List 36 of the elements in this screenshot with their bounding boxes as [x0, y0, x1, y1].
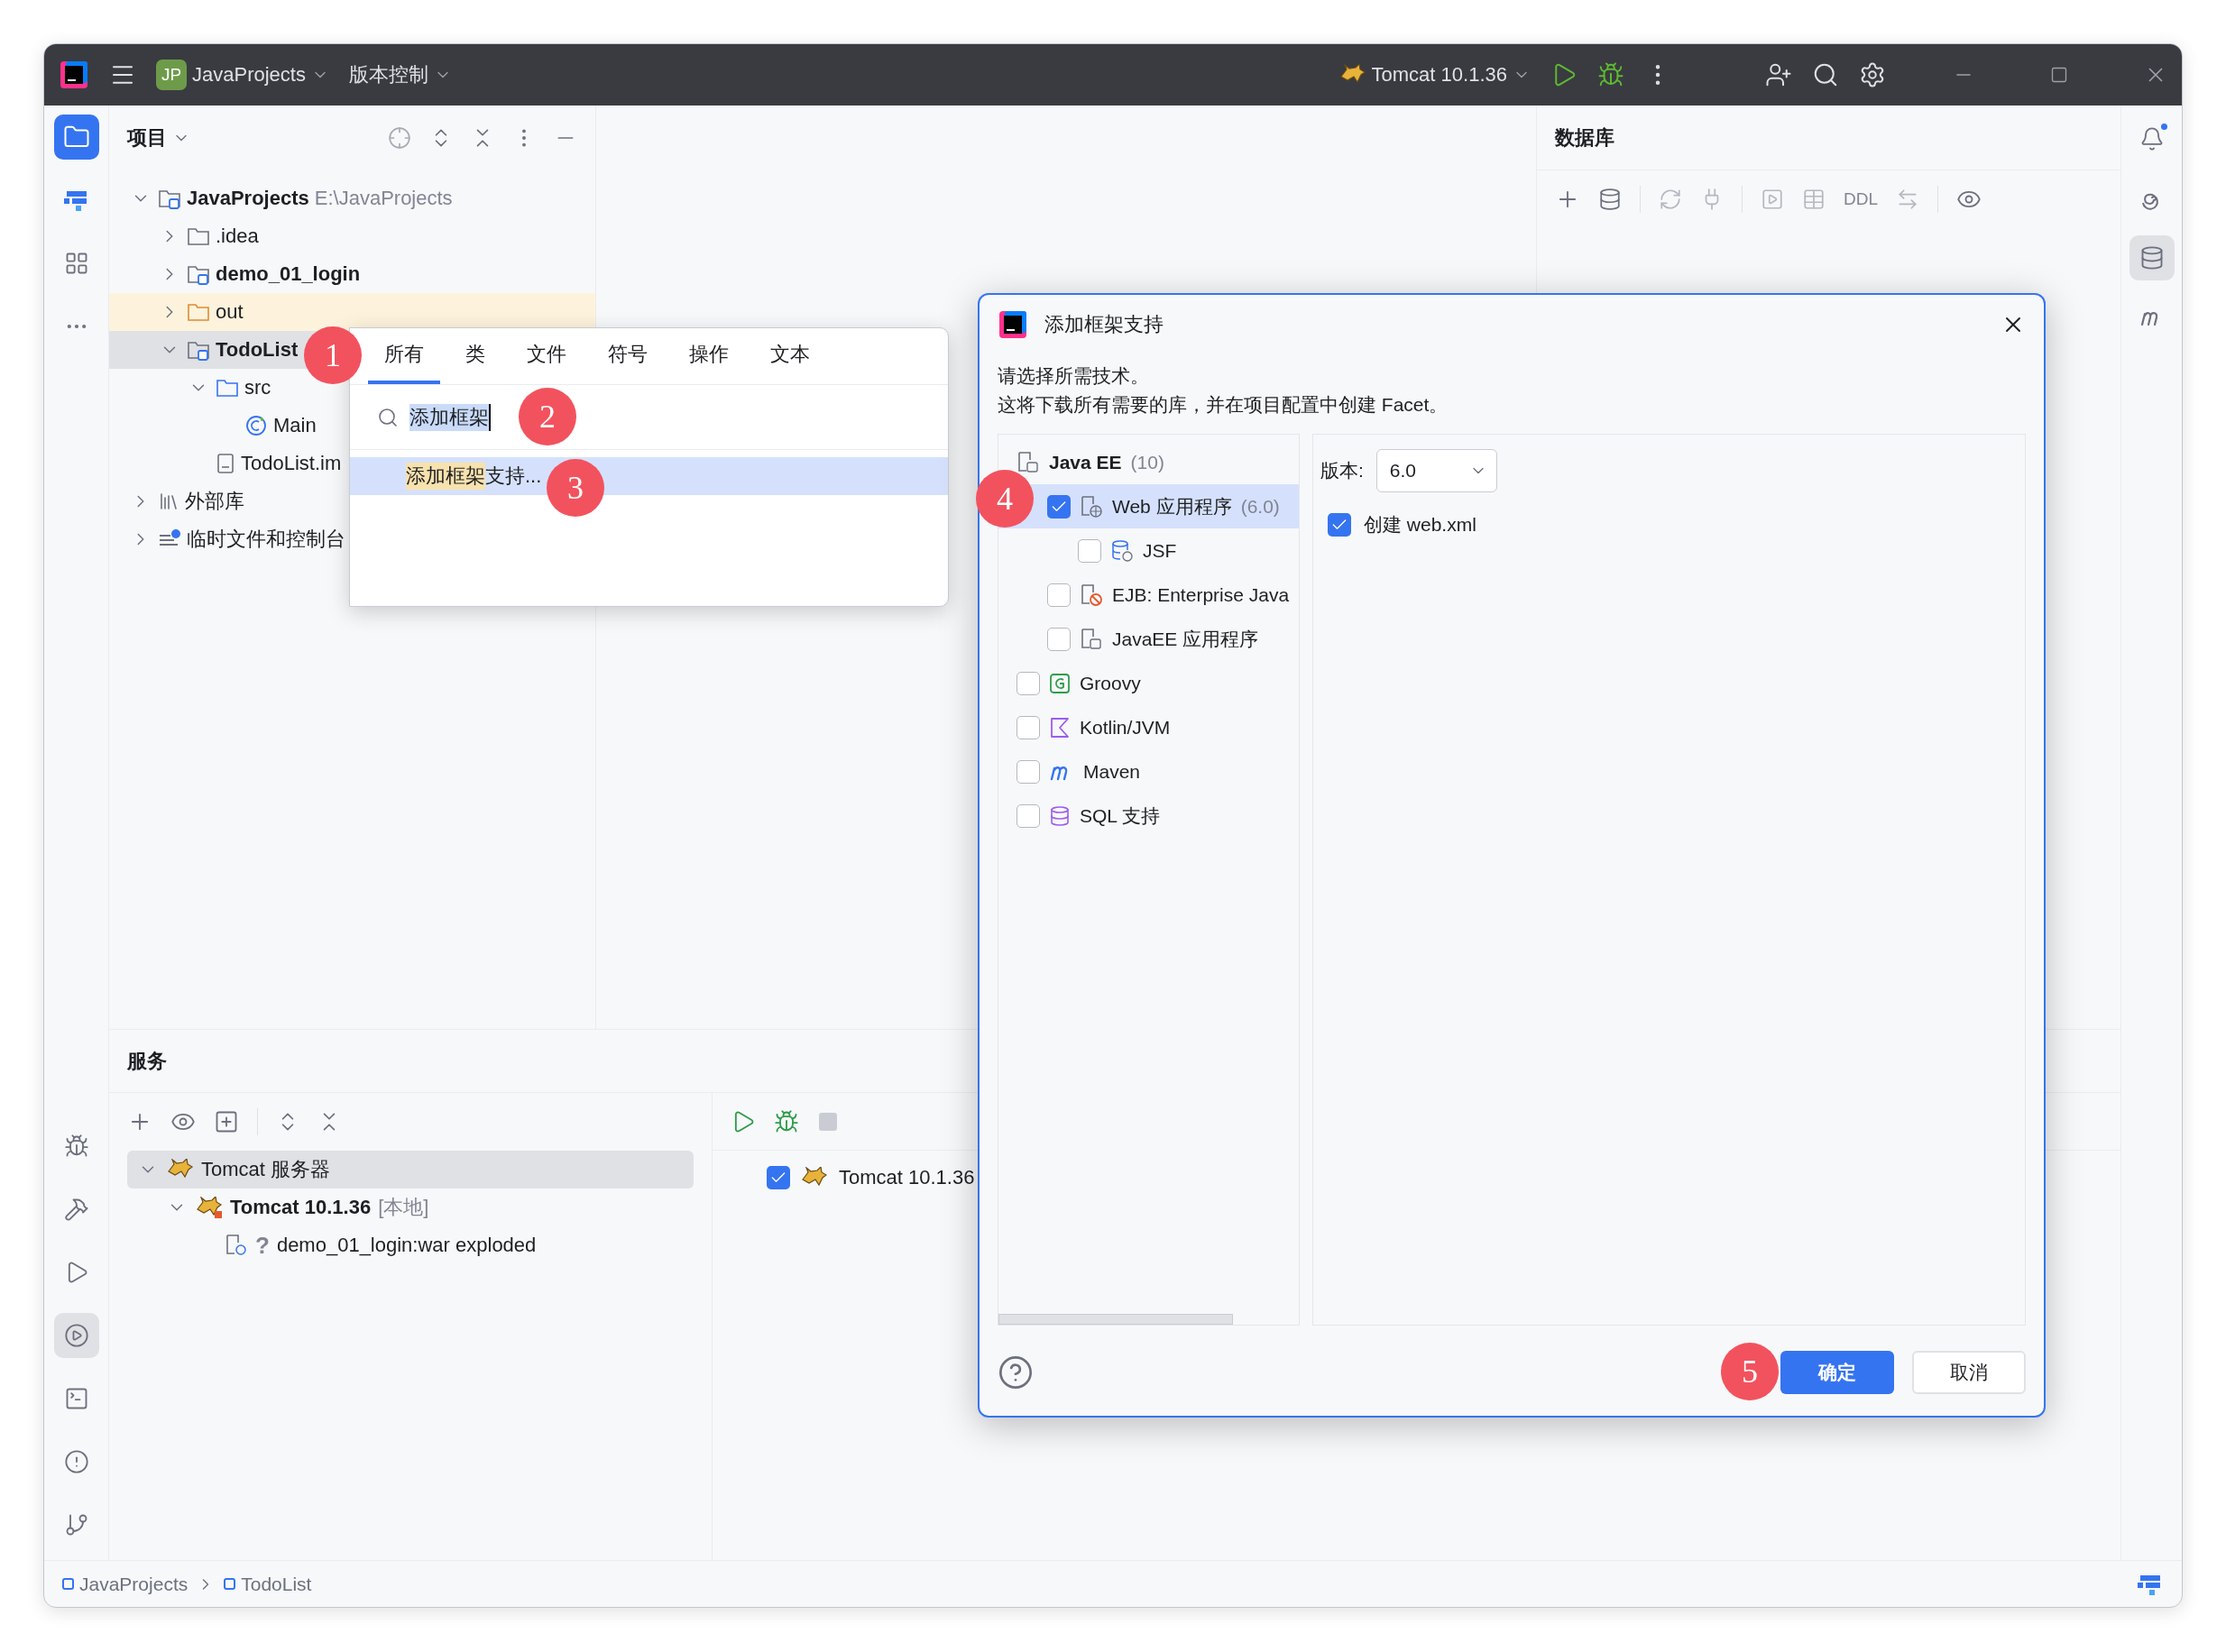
tree-label: JavaProjects [187, 187, 309, 210]
count-hint: (6.0) [1240, 495, 1280, 518]
framework-label: JavaEE 应用程序 [1112, 627, 1259, 651]
framework-label: Maven [1083, 760, 1141, 783]
count-hint: (10) [1130, 451, 1164, 473]
framework-label: EJB: Enterprise Java [1112, 583, 1290, 606]
location-hint: [本地] [378, 1195, 429, 1220]
tree-label: Main [273, 414, 317, 437]
path-hint: E:\JavaProjects [314, 187, 453, 210]
framework-label: Groovy [1080, 672, 1141, 694]
framework-label: JSF [1143, 539, 1177, 562]
version-label: 版本: [1320, 459, 1364, 482]
tree-label: TodoList [216, 338, 299, 362]
description-text: 请选择所需技术。 [998, 364, 1150, 388]
panel-title: 数据库 [1555, 124, 1614, 151]
tree-label: out [216, 300, 244, 324]
panel-title: 服务 [127, 1048, 167, 1074]
tree-label: demo_01_login [216, 262, 361, 286]
project-badge: JP [156, 60, 187, 90]
checkbox-label: 创建 web.xml [1364, 513, 1476, 537]
status-text: ? [255, 1231, 270, 1260]
framework-label: Java EE [1049, 451, 1122, 473]
description-text: 这将下载所有需要的库，并在项目配置中创建 Facet。 [998, 393, 1449, 417]
tree-label: 外部库 [185, 489, 244, 514]
tree-label: src [244, 376, 271, 399]
tree-label: Tomcat 服务器 [201, 1157, 331, 1182]
framework-label: SQL 支持 [1080, 803, 1161, 828]
dialog-title: 添加框架支持 [1044, 312, 1164, 337]
tree-label: .idea [216, 225, 259, 248]
tree-label: demo_01_login:war exploded [276, 1234, 537, 1257]
tree-label: Tomcat 10.1.36 [230, 1196, 372, 1219]
framework-label: Web 应用程序 [1112, 494, 1232, 519]
server-label: Tomcat 10.1.36 [839, 1166, 975, 1189]
tree-label: TodoList.im [241, 452, 342, 475]
tree-label: 临时文件和控制台 [187, 527, 345, 552]
framework-label: Kotlin/JVM [1080, 716, 1171, 739]
